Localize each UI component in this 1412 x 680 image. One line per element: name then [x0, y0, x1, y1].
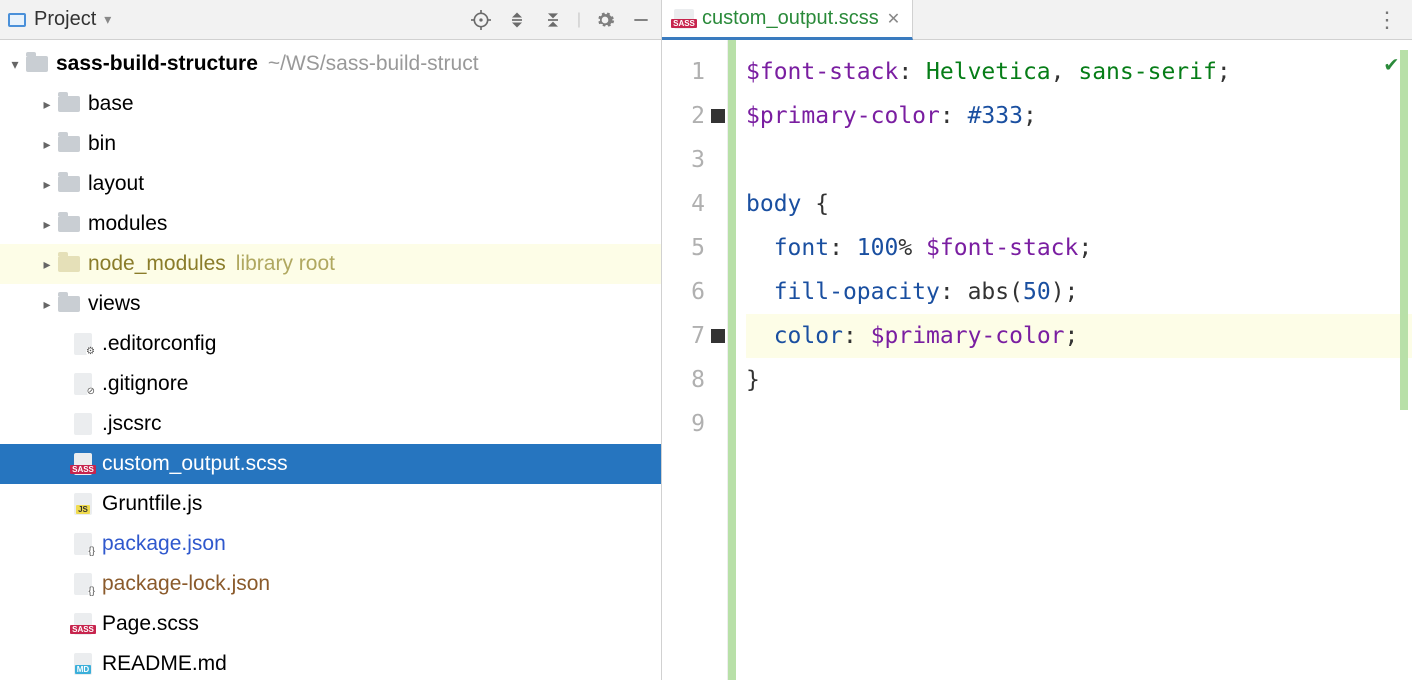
tree-file-selected[interactable]: SASScustom_output.scss [0, 444, 661, 484]
tree-file[interactable]: .jscsrc [0, 404, 661, 444]
tree-file[interactable]: MDREADME.md [0, 644, 661, 680]
close-icon[interactable]: ✕ [887, 9, 900, 29]
code-editor[interactable]: 1 2 3 4 5 6 7 8 9 $font-stack: Helvetica… [662, 40, 1412, 680]
sass-file-icon: SASS [674, 9, 694, 29]
tree-file[interactable]: ⚙.editorconfig [0, 324, 661, 364]
target-icon[interactable] [469, 8, 493, 32]
line-number[interactable]: 2 [662, 94, 727, 138]
folder-icon [56, 173, 82, 195]
line-number[interactable]: 5 [662, 226, 727, 270]
json-file-icon: {} [70, 533, 96, 555]
sass-file-icon: SASS [70, 453, 96, 475]
chevron-right-icon[interactable]: ▸ [38, 216, 56, 233]
text-file-icon [70, 413, 96, 435]
ignore-file-icon: ⊘ [70, 373, 96, 395]
md-file-icon: MD [70, 653, 96, 675]
tree-file[interactable]: ⊘.gitignore [0, 364, 661, 404]
folder-icon [56, 293, 82, 315]
tree-folder[interactable]: ▸views [0, 284, 661, 324]
minimize-icon[interactable] [629, 8, 653, 32]
project-pane-title[interactable]: Project [34, 8, 96, 31]
json-file-icon: {} [70, 573, 96, 595]
editor-tab[interactable]: SASS custom_output.scss ✕ [662, 0, 913, 40]
collapse-all-icon[interactable] [541, 8, 565, 32]
tree-folder-library[interactable]: ▸node_moduleslibrary root [0, 244, 661, 284]
chevron-down-icon[interactable]: ▾ [6, 56, 24, 73]
folder-icon [56, 253, 82, 275]
gutter-color-swatch[interactable] [711, 329, 725, 343]
chevron-right-icon[interactable]: ▸ [38, 296, 56, 313]
line-number[interactable]: 1 [662, 50, 727, 94]
line-number[interactable]: 9 [662, 402, 727, 446]
root-name: sass-build-structure [56, 52, 258, 76]
chevron-right-icon[interactable]: ▸ [38, 96, 56, 113]
code-area[interactable]: $font-stack: Helvetica, sans-serif; $pri… [736, 40, 1412, 680]
chevron-right-icon[interactable]: ▸ [38, 136, 56, 153]
config-file-icon: ⚙ [70, 333, 96, 355]
inspection-ok-icon[interactable]: ✔ [1385, 52, 1398, 77]
tree-folder[interactable]: ▸layout [0, 164, 661, 204]
tab-label: custom_output.scss [702, 7, 879, 30]
folder-icon [56, 133, 82, 155]
folder-icon [24, 53, 50, 75]
change-marker[interactable] [1400, 50, 1408, 410]
editor-tabs: SASS custom_output.scss ✕ ⋮ [662, 0, 1412, 40]
sidebar-toolbar: Project ▾ | [0, 0, 661, 40]
project-pane-icon [8, 13, 26, 27]
chevron-right-icon[interactable]: ▸ [38, 256, 56, 273]
tree-root[interactable]: ▾ sass-build-structure ~/WS/sass-build-s… [0, 44, 661, 84]
tree-file[interactable]: {}package-lock.json [0, 564, 661, 604]
gutter-color-swatch[interactable] [711, 109, 725, 123]
editor-pane: SASS custom_output.scss ✕ ⋮ 1 2 3 4 5 6 … [662, 0, 1412, 680]
line-number[interactable]: 3 [662, 138, 727, 182]
tree-folder[interactable]: ▸base [0, 84, 661, 124]
kebab-menu-icon[interactable]: ⋮ [1362, 0, 1412, 39]
tree-file[interactable]: {}package.json [0, 524, 661, 564]
chevron-down-icon[interactable]: ▾ [104, 11, 111, 28]
error-stripe[interactable] [1400, 40, 1408, 680]
tree-file[interactable]: JSGruntfile.js [0, 484, 661, 524]
project-tree[interactable]: ▾ sass-build-structure ~/WS/sass-build-s… [0, 40, 661, 680]
vcs-change-stripe [728, 40, 736, 680]
expand-all-icon[interactable] [505, 8, 529, 32]
folder-icon [56, 93, 82, 115]
line-number[interactable]: 6 [662, 270, 727, 314]
tree-folder[interactable]: ▸modules [0, 204, 661, 244]
line-number[interactable]: 4 [662, 182, 727, 226]
folder-icon [56, 213, 82, 235]
root-path: ~/WS/sass-build-struct [268, 52, 479, 76]
gear-icon[interactable] [593, 8, 617, 32]
line-gutter: 1 2 3 4 5 6 7 8 9 [662, 40, 728, 680]
line-number[interactable]: 7 [662, 314, 727, 358]
chevron-right-icon[interactable]: ▸ [38, 176, 56, 193]
project-sidebar: Project ▾ | ▾ sass-build-structure ~/WS/… [0, 0, 662, 680]
tree-file[interactable]: SASSPage.scss [0, 604, 661, 644]
tree-folder[interactable]: ▸bin [0, 124, 661, 164]
js-file-icon: JS [70, 493, 96, 515]
sass-file-icon: SASS [70, 613, 96, 635]
line-number[interactable]: 8 [662, 358, 727, 402]
